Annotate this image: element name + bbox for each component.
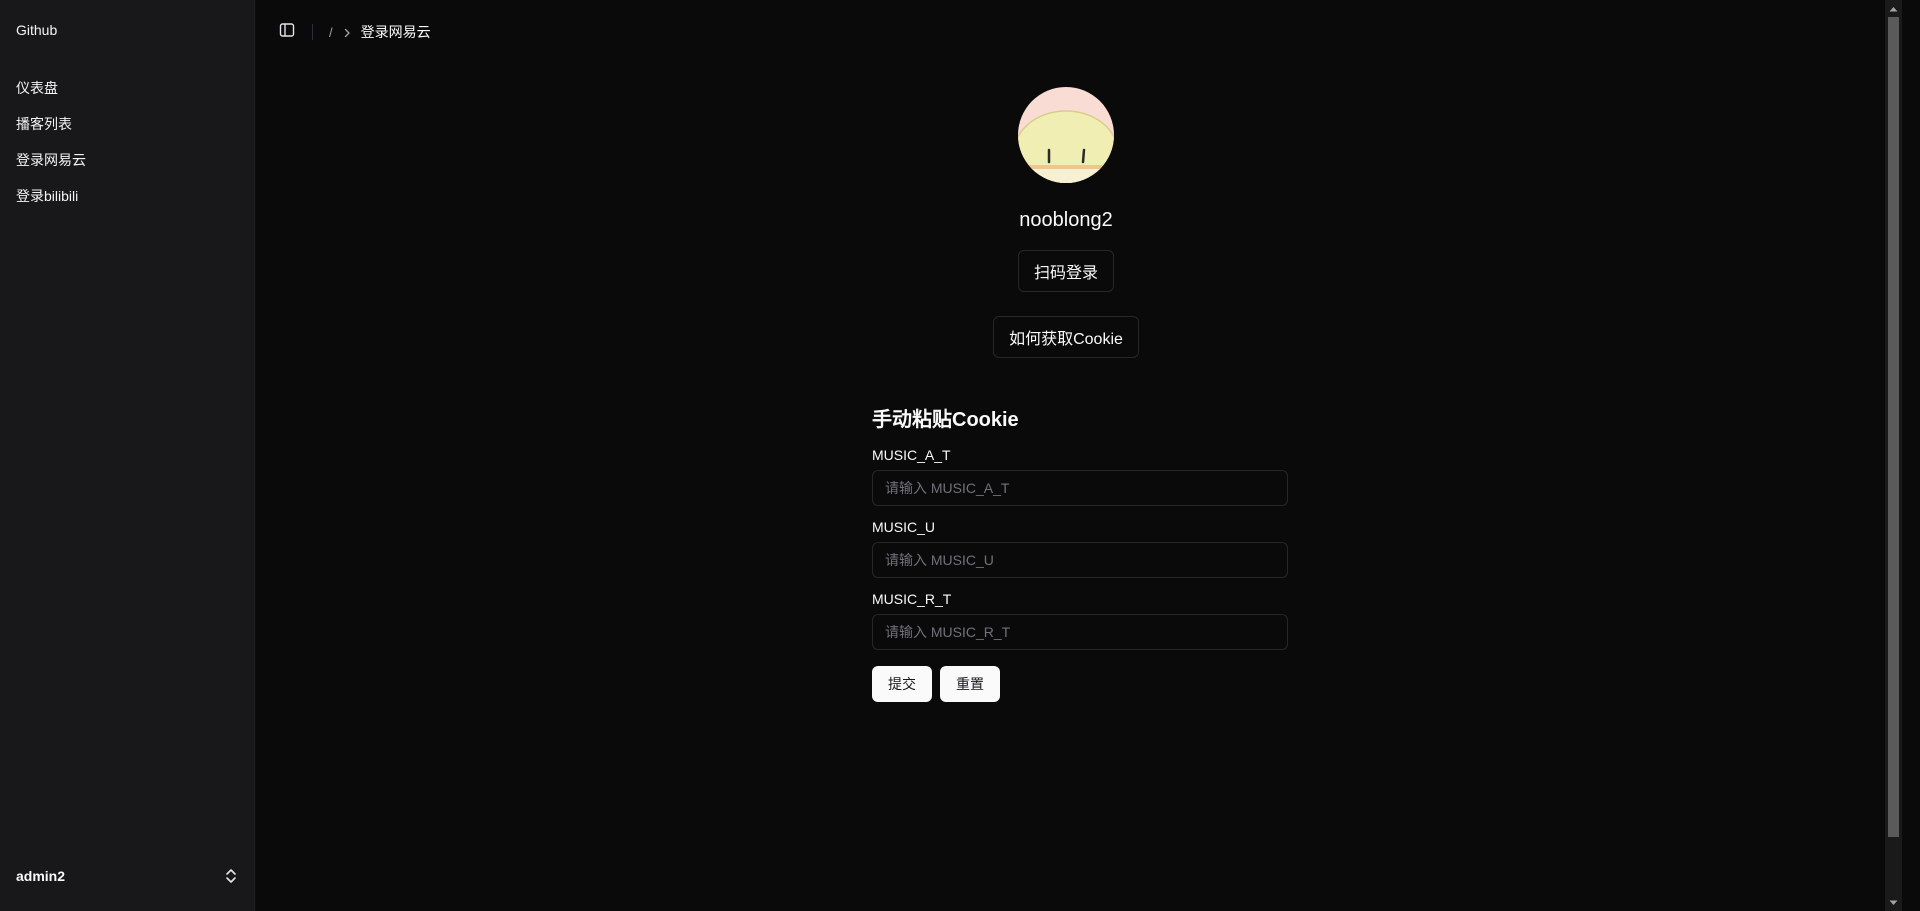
chevrons-up-down-icon <box>224 868 238 884</box>
chevron-right-icon <box>341 26 353 38</box>
sidebar-brand-github[interactable]: Github <box>16 22 57 38</box>
scroll-down-arrow-icon[interactable] <box>1885 894 1902 911</box>
scrollbar-thumb[interactable] <box>1888 17 1899 837</box>
app-root: Github 仪表盘 播客列表 登录网易云 登录bilibili admin2 <box>0 0 1920 911</box>
sidebar-nav: 仪表盘 播客列表 登录网易云 登录bilibili <box>16 77 86 221</box>
topbar-divider <box>312 24 313 40</box>
panel-left-icon <box>279 22 295 43</box>
sidebar: Github 仪表盘 播客列表 登录网易云 登录bilibili admin2 <box>0 0 255 911</box>
breadcrumb-current: 登录网易云 <box>360 24 431 40</box>
form-actions: 提交 重置 <box>872 666 1288 702</box>
music-r-t-input[interactable] <box>872 614 1288 650</box>
sidebar-toggle-button[interactable] <box>274 19 300 45</box>
music-u-input[interactable] <box>872 542 1288 578</box>
scroll-up-arrow-icon[interactable] <box>1885 0 1902 17</box>
user-menu[interactable]: admin2 <box>16 868 238 884</box>
field-label-music-a-t: MUSIC_A_T <box>872 447 951 463</box>
field-music-a-t: MUSIC_A_T <box>872 446 1288 506</box>
form-title: 手动粘贴Cookie <box>872 409 1019 431</box>
field-label-music-r-t: MUSIC_R_T <box>872 591 952 607</box>
profile-section: nooblong2 扫码登录 如何获取Cookie <box>255 87 1877 358</box>
sidebar-item-podcast-list[interactable]: 播客列表 <box>16 113 86 149</box>
how-to-get-cookie-button[interactable]: 如何获取Cookie <box>993 316 1139 358</box>
submit-button[interactable]: 提交 <box>872 666 932 702</box>
sidebar-item-login-netease[interactable]: 登录网易云 <box>16 149 86 185</box>
sidebar-item-login-bilibili[interactable]: 登录bilibili <box>16 185 86 221</box>
user-name: admin2 <box>16 868 66 884</box>
music-a-t-input[interactable] <box>872 470 1288 506</box>
field-music-u: MUSIC_U <box>872 518 1288 578</box>
field-label-music-u: MUSIC_U <box>872 519 936 535</box>
reset-button[interactable]: 重置 <box>940 666 1000 702</box>
cookie-form: 手动粘贴Cookie MUSIC_A_T MUSIC_U MUSIC_R_T 提… <box>872 406 1288 702</box>
profile-username: nooblong2 <box>1019 209 1113 231</box>
breadcrumb: / 登录网易云 <box>325 22 431 42</box>
field-music-r-t: MUSIC_R_T <box>872 590 1288 650</box>
avatar <box>1018 87 1114 183</box>
breadcrumb-separator: / <box>329 24 333 40</box>
topbar: / 登录网易云 <box>255 0 1902 64</box>
sidebar-item-dashboard[interactable]: 仪表盘 <box>16 77 86 113</box>
main-content: / 登录网易云 nooblong2 扫码登录 如何获取Cookie 手动粘贴Co… <box>255 0 1902 911</box>
qr-login-button[interactable]: 扫码登录 <box>1017 250 1114 292</box>
vertical-scrollbar[interactable] <box>1885 0 1902 911</box>
